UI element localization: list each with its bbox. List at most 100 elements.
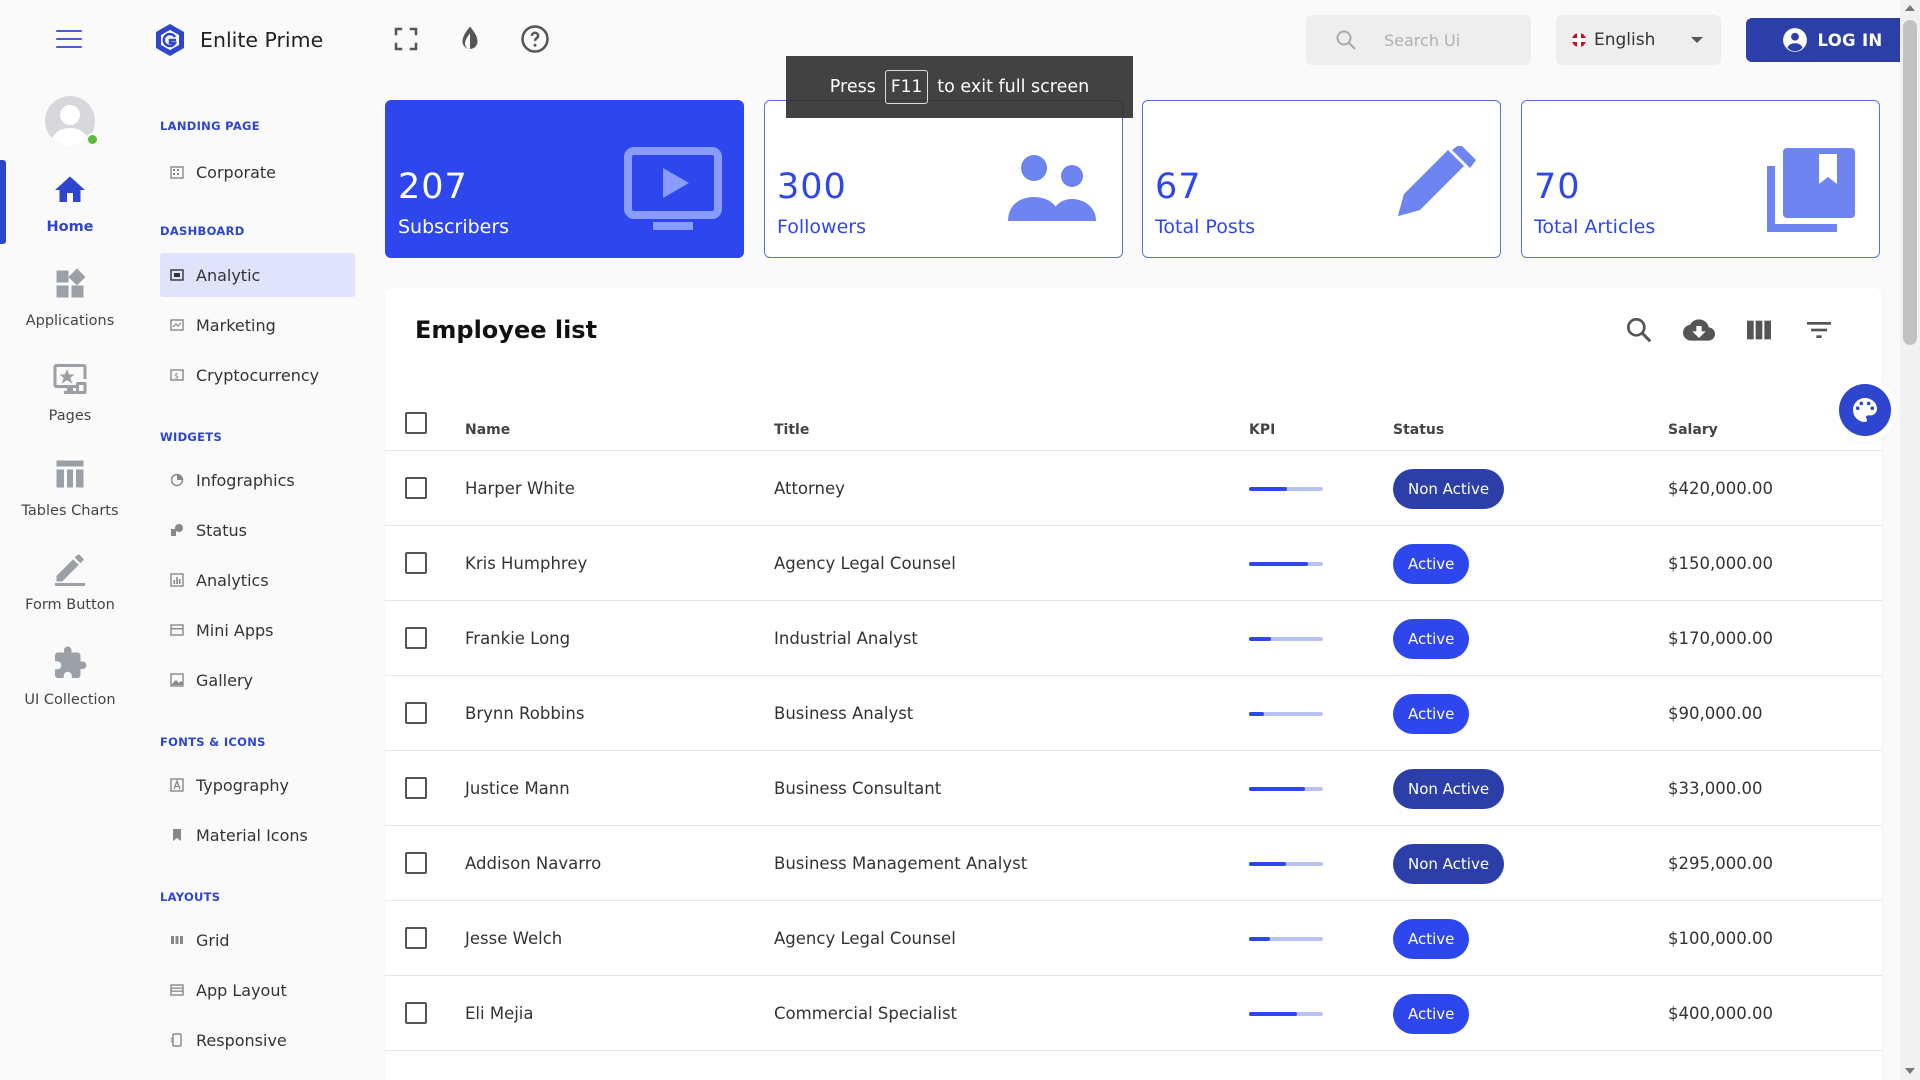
nav-item-marketing[interactable]: Marketing xyxy=(160,303,355,347)
analytic-icon xyxy=(170,268,184,282)
table-row[interactable]: Justice Mann Business Consultant Non Activ… xyxy=(385,751,1882,826)
cell-title: Agency Legal Counsel xyxy=(774,554,956,573)
icon-rail: Home Applications Pages Tables Charts Fo… xyxy=(0,0,140,1080)
responsive-icon xyxy=(170,1033,184,1047)
cloud-download-icon[interactable] xyxy=(1683,314,1715,346)
table-row[interactable]: Frankie Long Industrial Analyst Active $170… xyxy=(385,601,1882,676)
table-row[interactable]: Kris Humphrey Agency Legal Counsel Active $… xyxy=(385,526,1882,601)
nav-item-corporate[interactable]: Corporate xyxy=(160,150,355,194)
nav-item-label: Responsive xyxy=(196,1030,287,1050)
table-row[interactable]: Eli Mejia Commercial Specialist Active $400… xyxy=(385,976,1882,1051)
row-checkbox[interactable] xyxy=(405,477,427,499)
cell-salary: $90,000.00 xyxy=(1668,704,1763,723)
cell-salary: $150,000.00 xyxy=(1668,554,1773,573)
kpi-progress-fill xyxy=(1249,862,1286,866)
status-badge: Active xyxy=(1393,544,1470,584)
desktop-pages-icon xyxy=(53,364,87,394)
nav-item-analytics[interactable]: Analytics xyxy=(160,558,355,602)
nav-item-grid[interactable]: Grid xyxy=(160,918,355,962)
caret-down-icon xyxy=(1691,37,1703,43)
search-icon[interactable] xyxy=(1623,314,1655,346)
column-header-name[interactable]: Name xyxy=(465,422,510,438)
nav-item-cryptocurrency[interactable]: $ Cryptocurrency xyxy=(160,353,355,397)
svg-text:$: $ xyxy=(174,372,179,381)
nav-item-analytic[interactable]: Analytic xyxy=(160,253,355,297)
language-select[interactable]: English xyxy=(1556,15,1721,65)
palette-icon xyxy=(1853,398,1877,422)
menu-icon[interactable] xyxy=(56,30,82,50)
column-header-title[interactable]: Title xyxy=(774,422,809,438)
analytics-icon xyxy=(170,573,184,587)
rail-item-applications[interactable]: Applications xyxy=(0,266,140,329)
status-badge: Non Active xyxy=(1393,469,1505,509)
login-button[interactable]: LOG IN xyxy=(1746,18,1918,62)
toast-key: F11 xyxy=(884,70,929,104)
nav-item-label: Cryptocurrency xyxy=(196,365,320,385)
cell-name: Justice Mann xyxy=(465,779,570,798)
filter-list-icon[interactable] xyxy=(1803,314,1835,346)
brand[interactable]: Enlite Prime xyxy=(152,20,323,60)
nav-item-infographics[interactable]: Infographics xyxy=(160,458,355,502)
scrollbar-thumb[interactable] xyxy=(1903,20,1917,345)
table-icon xyxy=(56,460,84,488)
rail-item-ui-collection[interactable]: UI Collection xyxy=(0,645,140,708)
home-icon xyxy=(55,176,85,202)
nav-item-typography[interactable]: Typography xyxy=(160,763,355,807)
column-header-kpi[interactable]: KPI xyxy=(1249,422,1275,438)
kpi-progress-bar xyxy=(1249,862,1323,866)
row-checkbox[interactable] xyxy=(405,627,427,649)
rail-item-label: Applications xyxy=(25,313,115,329)
rail-item-tables-charts[interactable]: Tables Charts xyxy=(0,456,140,519)
nav-item-status[interactable]: Status xyxy=(160,508,355,552)
theme-palette-button[interactable] xyxy=(1839,384,1891,436)
building-icon xyxy=(170,165,184,179)
nav-item-material-icons[interactable]: Material Icons xyxy=(160,813,355,857)
rail-item-form-button[interactable]: Form Button xyxy=(0,550,140,613)
nav-item-label: Material Icons xyxy=(196,825,308,845)
fullscreen-icon[interactable] xyxy=(391,24,421,54)
nav-item-label: Analytic xyxy=(196,265,261,285)
kpi-progress-bar xyxy=(1249,487,1323,491)
search-box[interactable] xyxy=(1306,15,1531,65)
row-checkbox[interactable] xyxy=(405,927,427,949)
scroll-up-arrow-icon[interactable] xyxy=(1905,5,1915,11)
rail-item-home[interactable]: Home xyxy=(0,172,140,235)
stat-card-total-articles: 70 Total Articles xyxy=(1521,100,1880,258)
column-header-status[interactable]: Status xyxy=(1393,422,1444,438)
theme-contrast-icon[interactable] xyxy=(455,24,485,54)
row-checkbox[interactable] xyxy=(405,702,427,724)
stat-value: 67 xyxy=(1155,167,1202,207)
column-header-salary[interactable]: Salary xyxy=(1668,422,1718,438)
nav-item-gallery[interactable]: Gallery xyxy=(160,658,355,702)
cell-title: Attorney xyxy=(774,479,845,498)
table-row[interactable]: Brynn Robbins Business Analyst Active $90,0… xyxy=(385,676,1882,751)
stat-label: Followers xyxy=(777,216,866,238)
nav-item-mini-apps[interactable]: Mini Apps xyxy=(160,608,355,652)
row-checkbox[interactable] xyxy=(405,852,427,874)
search-input[interactable] xyxy=(1384,30,1524,50)
table-row[interactable]: Jesse Welch Agency Legal Counsel Active $10… xyxy=(385,901,1882,976)
nav-item-label: Analytics xyxy=(196,570,269,590)
cell-salary: $420,000.00 xyxy=(1668,479,1773,498)
view-column-icon[interactable] xyxy=(1743,314,1775,346)
nav-item-app-layout[interactable]: App Layout xyxy=(160,968,355,1012)
cell-title: Business Analyst xyxy=(774,704,914,723)
rail-item-pages[interactable]: Pages xyxy=(0,361,140,424)
table-row[interactable]: Harper White Attorney Non Active $420,000.0… xyxy=(385,451,1882,526)
puzzle-icon xyxy=(55,646,87,678)
scroll-down-arrow-icon[interactable] xyxy=(1905,1068,1915,1074)
kpi-progress-bar xyxy=(1249,937,1323,941)
help-icon[interactable] xyxy=(520,24,550,54)
section-title-landing-page: LANDING PAGE xyxy=(160,119,260,133)
status-badge: Non Active xyxy=(1393,769,1505,809)
row-checkbox[interactable] xyxy=(405,552,427,574)
row-checkbox[interactable] xyxy=(405,1002,427,1024)
cell-title: Business Consultant xyxy=(774,779,942,798)
select-all-checkbox[interactable] xyxy=(405,412,427,434)
nav-item-responsive[interactable]: Responsive xyxy=(160,1018,355,1062)
row-checkbox[interactable] xyxy=(405,777,427,799)
widgets-icon xyxy=(56,268,86,298)
account-circle-icon xyxy=(1782,28,1807,52)
table-row[interactable]: Addison Navarro Business Management Analy… xyxy=(385,826,1882,901)
login-label: LOG IN xyxy=(1817,30,1883,50)
